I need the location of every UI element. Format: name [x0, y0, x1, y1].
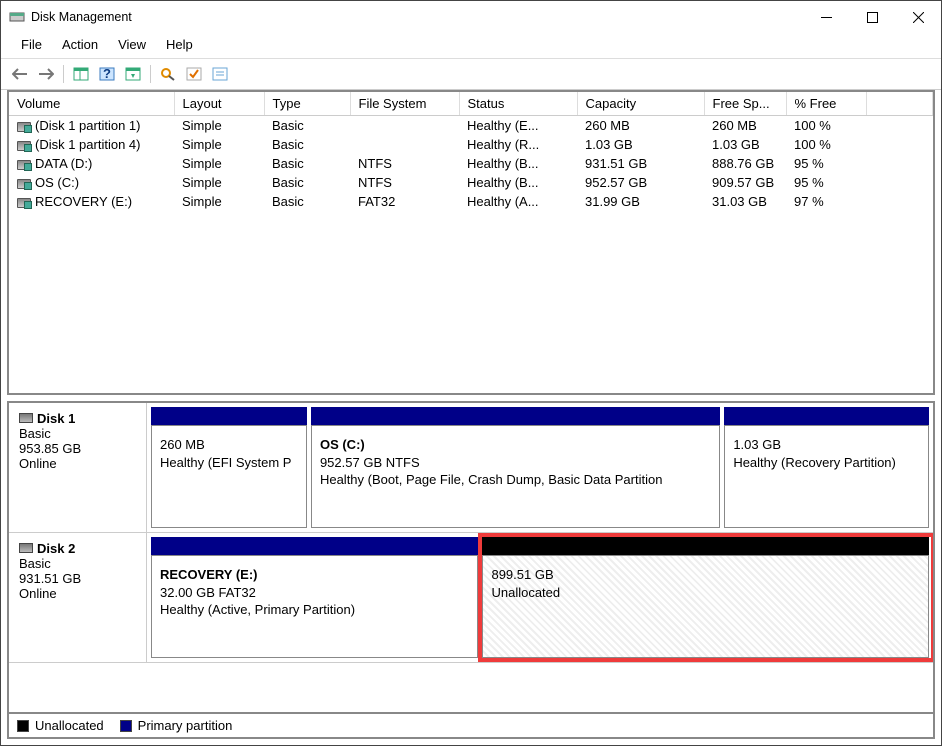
disk-state: Online [19, 586, 136, 601]
partition-line1: 32.00 GB FAT32 [160, 584, 469, 602]
partition-line1: 260 MB [160, 436, 298, 454]
maximize-button[interactable] [849, 1, 895, 33]
window-title: Disk Management [31, 10, 132, 24]
action-list-button[interactable] [183, 63, 205, 85]
partition-line1: 899.51 GB [491, 566, 920, 584]
column-header[interactable]: % Free [786, 92, 866, 116]
partition-header [311, 407, 720, 425]
svg-text:?: ? [103, 67, 111, 81]
toolbar: ? [1, 58, 941, 90]
volume-row[interactable]: (Disk 1 partition 4)SimpleBasicHealthy (… [9, 135, 933, 154]
disk-info[interactable]: Disk 2Basic931.51 GBOnline [9, 533, 147, 662]
column-header[interactable]: Layout [174, 92, 264, 116]
partition-title: OS (C:) [320, 436, 711, 454]
app-icon [9, 9, 25, 25]
back-button[interactable] [9, 63, 31, 85]
partition-line2: Healthy (Recovery Partition) [733, 454, 920, 472]
minimize-button[interactable] [803, 1, 849, 33]
partition-body: RECOVERY (E:)32.00 GB FAT32Healthy (Acti… [151, 555, 478, 658]
partition-body: 899.51 GBUnallocated [482, 555, 929, 658]
partition-header [151, 407, 307, 425]
volume-table[interactable]: VolumeLayoutTypeFile SystemStatusCapacit… [7, 90, 935, 395]
forward-button[interactable] [35, 63, 57, 85]
column-header[interactable]: Free Sp... [704, 92, 786, 116]
legend-label-unallocated: Unallocated [35, 718, 104, 733]
refresh-button[interactable] [157, 63, 179, 85]
partition-line2: Unallocated [491, 584, 920, 602]
column-header[interactable]: Status [459, 92, 577, 116]
partition-line1: 952.57 GB NTFS [320, 454, 711, 472]
partition-body: OS (C:)952.57 GB NTFSHealthy (Boot, Page… [311, 425, 720, 528]
column-header[interactable]: Volume [9, 92, 174, 116]
legend: Unallocated Primary partition [7, 714, 935, 739]
volume-icon [17, 198, 31, 208]
volume-row[interactable]: RECOVERY (E:)SimpleBasicFAT32Healthy (A.… [9, 192, 933, 211]
titlebar[interactable]: Disk Management [1, 1, 941, 33]
partition-header [151, 537, 478, 555]
partition-line2: Healthy (Boot, Page File, Crash Dump, Ba… [320, 471, 711, 489]
disk-size: 953.85 GB [19, 441, 136, 456]
disk-icon [19, 543, 33, 553]
disk-label: Disk 2 [37, 541, 75, 556]
disk-row: Disk 1Basic953.85 GBOnline260 MBHealthy … [9, 403, 933, 533]
partition-line2: Healthy (EFI System P [160, 454, 298, 472]
partition-body: 1.03 GBHealthy (Recovery Partition) [724, 425, 929, 528]
legend-swatch-unallocated [17, 720, 29, 732]
menubar: File Action View Help [1, 33, 941, 58]
column-header[interactable]: Type [264, 92, 350, 116]
partition[interactable]: 260 MBHealthy (EFI System P [151, 407, 307, 528]
menu-action[interactable]: Action [54, 35, 106, 54]
volume-icon [17, 160, 31, 170]
legend-swatch-primary [120, 720, 132, 732]
volume-icon [17, 179, 31, 189]
volume-icon [17, 122, 31, 132]
legend-label-primary: Primary partition [138, 718, 233, 733]
disk-label: Disk 1 [37, 411, 75, 426]
partition[interactable]: 1.03 GBHealthy (Recovery Partition) [724, 407, 929, 528]
disk-graph: Disk 1Basic953.85 GBOnline260 MBHealthy … [7, 401, 935, 714]
show-hide-button[interactable] [70, 63, 92, 85]
disk-state: Online [19, 456, 136, 471]
close-button[interactable] [895, 1, 941, 33]
partition-body: 260 MBHealthy (EFI System P [151, 425, 307, 528]
disk-icon [19, 413, 33, 423]
menu-view[interactable]: View [110, 35, 154, 54]
partition-header [724, 407, 929, 425]
partition-line2: Healthy (Active, Primary Partition) [160, 601, 469, 619]
column-header[interactable]: Capacity [577, 92, 704, 116]
volume-row[interactable]: (Disk 1 partition 1)SimpleBasicHealthy (… [9, 116, 933, 136]
help-button[interactable]: ? [96, 63, 118, 85]
column-header[interactable]: File System [350, 92, 459, 116]
menu-help[interactable]: Help [158, 35, 201, 54]
partition[interactable]: 899.51 GBUnallocated [482, 537, 929, 658]
disk-type: Basic [19, 556, 136, 571]
volume-row[interactable]: OS (C:)SimpleBasicNTFSHealthy (B...952.5… [9, 173, 933, 192]
partition[interactable]: RECOVERY (E:)32.00 GB FAT32Healthy (Acti… [151, 537, 478, 658]
menu-file[interactable]: File [13, 35, 50, 54]
partition-header [482, 537, 929, 555]
partition[interactable]: OS (C:)952.57 GB NTFSHealthy (Boot, Page… [311, 407, 720, 528]
disk-info[interactable]: Disk 1Basic953.85 GBOnline [9, 403, 147, 532]
disk-size: 931.51 GB [19, 571, 136, 586]
settings-button[interactable] [122, 63, 144, 85]
properties-button[interactable] [209, 63, 231, 85]
disk-row: Disk 2Basic931.51 GBOnlineRECOVERY (E:)3… [9, 533, 933, 663]
partition-title: RECOVERY (E:) [160, 566, 469, 584]
partition-line1: 1.03 GB [733, 436, 920, 454]
disk-type: Basic [19, 426, 136, 441]
volume-icon [17, 141, 31, 151]
volume-row[interactable]: DATA (D:)SimpleBasicNTFSHealthy (B...931… [9, 154, 933, 173]
